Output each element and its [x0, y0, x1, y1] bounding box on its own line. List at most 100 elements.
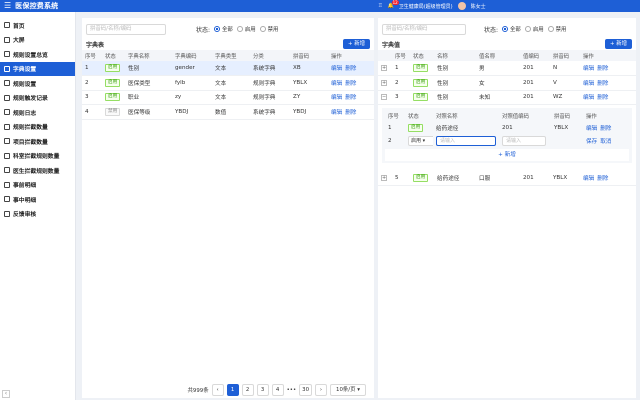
sidebar-item-label: 医生拦截规则数量 [13, 168, 60, 175]
sidebar-item-label: 规则设置 [13, 81, 37, 88]
mapping-edit-link[interactable]: 编辑 [586, 126, 597, 132]
left-search-input[interactable]: 拼音码/名称/编码 [86, 23, 166, 35]
table-row[interactable]: 1 启用 性别 gender 文本 系统字典 XB 编辑 删除 [82, 61, 374, 76]
app-title: 医保控费系统 [15, 2, 59, 10]
user-name[interactable]: 陈女士 [471, 3, 486, 10]
value-row-name: 性别 [434, 90, 476, 105]
value-row-code: 201 [520, 61, 550, 76]
mapping-col-header: 拼音码 [554, 113, 571, 120]
mapping-row-py: YBLX [554, 124, 569, 131]
sidebar-item-3[interactable]: 字典设置 [0, 61, 75, 76]
sidebar-item-13[interactable]: 反馈审核 [0, 207, 75, 222]
right-search-input[interactable]: 拼音码/名称/编码 [382, 23, 466, 35]
value-delete-link[interactable]: 删除 [597, 66, 608, 72]
edit-link[interactable]: 编辑 [331, 110, 342, 116]
expand-icon[interactable]: + [381, 79, 387, 86]
sidebar-item-6[interactable]: 规则日志 [0, 105, 75, 120]
next-page-button[interactable]: › [315, 384, 327, 396]
value-row[interactable]: −3 启用 性别 未知 201 WZ 编辑 删除 [378, 90, 636, 105]
delete-link[interactable]: 删除 [345, 95, 356, 101]
sidebar-item-7[interactable]: 规则拦截数量 [0, 120, 75, 135]
sidebar: 首页大屏 规则设置总览字典设置规则设置规则触发记录 规则日志规则拦截数量项目拦截数量… [0, 12, 76, 400]
table-row[interactable]: 4 禁用 医保等级 YBDJ 数值 系统字典 YBDJ 编辑 删除 [82, 104, 374, 120]
right-radio-disabled[interactable]: 禁用 [547, 25, 566, 33]
right-col-header: 值名称 [476, 50, 520, 61]
value-row-py: WZ [550, 90, 580, 105]
sidebar-item-0[interactable]: 首页 [0, 18, 75, 33]
prev-page-button[interactable]: ‹ [211, 384, 224, 396]
page-ellipsis[interactable]: ••• [287, 387, 297, 393]
right-radio-enabled[interactable]: 启用 [524, 25, 544, 33]
avatar[interactable] [457, 2, 466, 10]
left-radio-disabled[interactable]: 禁用 [259, 25, 278, 33]
delete-link[interactable]: 删除 [345, 81, 356, 87]
edit-link[interactable]: 编辑 [331, 66, 342, 72]
sidebar-item-10[interactable]: 医生拦截规则数量 [0, 163, 75, 178]
sidebar-item-4[interactable]: 规则设置 [0, 76, 75, 91]
row-type: 文本 [212, 75, 250, 91]
mapping-status-select[interactable]: 启用 ▾ [408, 135, 433, 146]
mapping-add-button[interactable]: + 新增 [385, 149, 629, 161]
mapping-delete-link[interactable]: 删除 [600, 126, 611, 132]
value-edit-link[interactable]: 编辑 [583, 95, 594, 101]
bell-outline-icon[interactable]: ♖ [378, 3, 382, 9]
page-size-select[interactable]: 10条/页 ▾ [330, 384, 366, 396]
left-col-header: 字典类型 [212, 50, 250, 61]
mapping-col-header: 对照值编码 [502, 113, 529, 120]
value-edit-link[interactable]: 编辑 [583, 81, 594, 87]
page-4[interactable]: 4 [271, 384, 284, 396]
page-1[interactable]: 1 [226, 384, 239, 396]
edit-link[interactable]: 编辑 [331, 95, 342, 101]
left-add-button[interactable]: + 新增 [342, 39, 370, 49]
sidebar-item-icon [4, 80, 10, 87]
mapping-row-no: 1 [388, 124, 392, 131]
sidebar-item-icon [4, 36, 10, 43]
delete-link[interactable]: 删除 [345, 66, 356, 72]
collapse-sidebar-icon[interactable]: ‹ [2, 390, 10, 398]
value-edit-link[interactable]: 编辑 [583, 176, 594, 182]
value-delete-link[interactable]: 删除 [597, 95, 608, 101]
sidebar-item-8[interactable]: 项目拦截数量 [0, 134, 75, 149]
right-radio-all[interactable]: 全部 [502, 25, 521, 33]
table-row[interactable]: 3 启用 职业 zy 文本 规则字典 ZY 编辑 删除 [82, 90, 374, 105]
mapping-name-input[interactable]: 请输入 [436, 135, 496, 146]
collapse-icon[interactable]: − [381, 94, 387, 101]
row-actions: 编辑 删除 [328, 61, 374, 76]
value-row[interactable]: +1 启用 性别男 201 N 编辑 删除 [378, 61, 636, 76]
value-row[interactable]: + 5 启用 给药途径 口服 201 YBLX 编辑 删除 [378, 171, 636, 186]
value-edit-link[interactable]: 编辑 [583, 66, 594, 72]
expand-icon[interactable]: + [381, 65, 387, 71]
value-row-val: 未知 [476, 90, 520, 105]
sidebar-item-label: 字典设置 [13, 67, 37, 74]
row-cat: 系统字典 [250, 61, 290, 76]
left-radio-all[interactable]: 全部 [214, 25, 233, 33]
mapping-cancel-link[interactable]: 取消 [600, 139, 611, 145]
delete-link[interactable]: 删除 [345, 110, 356, 116]
expand-icon[interactable]: + [381, 175, 387, 181]
sidebar-item-1[interactable]: 大屏 [0, 33, 75, 48]
sidebar-item-9[interactable]: 科室拦截规则数量 [0, 149, 75, 164]
value-delete-link[interactable]: 删除 [597, 176, 608, 182]
mapping-save-link[interactable]: 保存 [586, 139, 597, 145]
value-row[interactable]: +2 启用 性别女 201 V 编辑 删除 [378, 75, 636, 91]
sidebar-item-2[interactable]: 规则设置总览 [0, 47, 75, 62]
sidebar-item-label: 首页 [13, 23, 25, 30]
sidebar-item-5[interactable]: 规则触发记录 [0, 91, 75, 106]
right-col-header: 操作 [580, 50, 636, 61]
page-2[interactable]: 2 [241, 384, 254, 396]
sidebar-item-11[interactable]: 事前明细 [0, 178, 75, 193]
mapping-code-input[interactable]: 请输入 [502, 135, 546, 146]
right-add-button[interactable]: + 新增 [604, 39, 632, 49]
edit-link[interactable]: 编辑 [331, 81, 342, 87]
left-radio-enabled[interactable]: 启用 [236, 25, 256, 33]
row-name: 职业 [125, 90, 172, 105]
table-row[interactable]: 2 启用 医保类型 fylb 文本 规则字典 YBLX 编辑 删除 [82, 75, 374, 91]
menu-icon[interactable]: ☰ [4, 2, 11, 10]
notification-icon[interactable]: 🔔 12 [387, 0, 399, 9]
page-30[interactable]: 30 [299, 384, 312, 396]
mapping-edit-row: 2 启用 ▾ 请输入 请输入 保存 取消 [385, 134, 629, 147]
value-delete-link[interactable]: 删除 [597, 81, 608, 87]
sidebar-item-label: 规则拦截数量 [13, 125, 48, 132]
sidebar-item-12[interactable]: 事中明细 [0, 192, 75, 207]
page-3[interactable]: 3 [256, 384, 269, 396]
